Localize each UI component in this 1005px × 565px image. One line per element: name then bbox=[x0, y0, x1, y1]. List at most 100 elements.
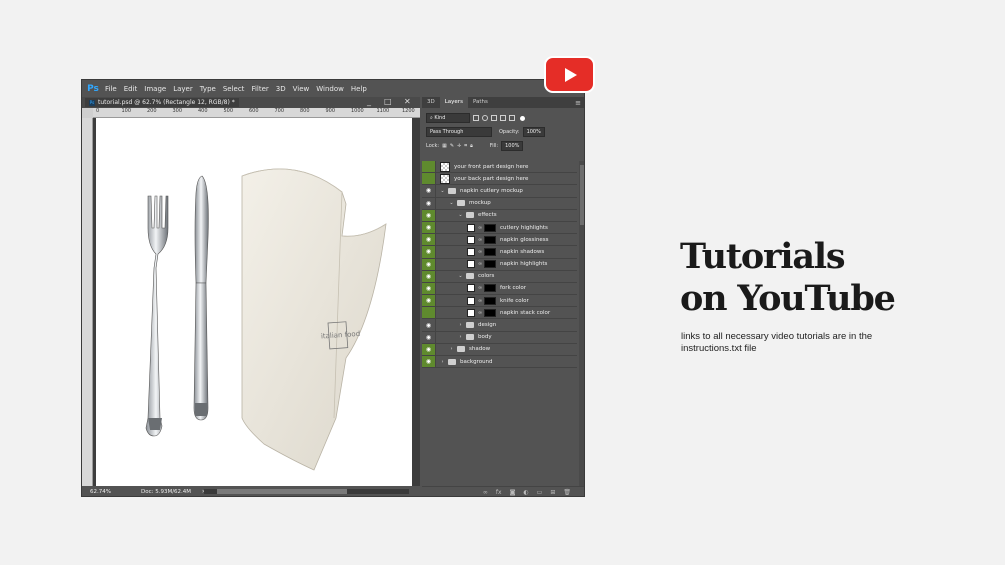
lock-all-icon[interactable]: 🔒︎ bbox=[470, 143, 473, 149]
filter-type-icon[interactable] bbox=[491, 115, 497, 121]
ruler-tick-label: 400 bbox=[198, 108, 208, 114]
lock-pixels-icon[interactable]: ▦ bbox=[442, 143, 447, 149]
new-layer-icon[interactable]: ⊞ bbox=[550, 489, 555, 496]
menu-item-window[interactable]: Window bbox=[316, 85, 344, 93]
maximize-icon[interactable]: □ bbox=[384, 97, 392, 107]
layer-row[interactable]: ◉ ⌄ colors bbox=[422, 270, 577, 283]
menu-item-filter[interactable]: Filter bbox=[251, 85, 268, 93]
menu-item-3d[interactable]: 3D bbox=[276, 85, 286, 93]
layer-row[interactable]: ◉ ∞ fork color bbox=[422, 282, 577, 296]
layer-row[interactable]: ◉ ⌄ napkin cutlery mockup bbox=[422, 185, 577, 198]
scrollbar-thumb[interactable] bbox=[217, 489, 347, 494]
layer-row[interactable]: your front part design here bbox=[422, 161, 577, 174]
visibility-eye-icon[interactable]: ◉ bbox=[422, 209, 436, 221]
play-icon bbox=[565, 68, 577, 82]
visibility-eye-icon[interactable] bbox=[422, 173, 436, 185]
opacity-input[interactable]: 100% bbox=[522, 127, 545, 137]
chevron-down-icon[interactable]: ⌄ bbox=[458, 212, 463, 218]
tab-layers[interactable]: Layers bbox=[439, 97, 468, 108]
layer-row[interactable]: ◉ ⌄ mockup bbox=[422, 197, 577, 210]
vertical-ruler[interactable] bbox=[82, 118, 93, 486]
filter-smart-object-icon[interactable] bbox=[509, 115, 515, 121]
visibility-eye-icon[interactable]: ◉ bbox=[422, 356, 436, 368]
visibility-eye-icon[interactable]: ◉ bbox=[422, 282, 436, 295]
menu-item-image[interactable]: Image bbox=[144, 85, 166, 93]
horizontal-ruler[interactable]: 0 100 200 300 400 500 600 700 800 900 1000 1100 1200 bbox=[93, 108, 420, 118]
panel-menu-icon[interactable]: ≡ bbox=[575, 99, 581, 107]
lock-artboard-icon[interactable]: ⌗ bbox=[464, 143, 467, 149]
chevron-right-icon[interactable]: › bbox=[440, 359, 445, 365]
menu-item-layer[interactable]: Layer bbox=[173, 85, 193, 93]
visibility-eye-icon[interactable]: ◉ bbox=[422, 270, 436, 282]
horizontal-scrollbar[interactable] bbox=[204, 489, 409, 494]
layer-row[interactable]: ◉ ∞ cutlery highlights bbox=[422, 221, 577, 235]
filter-toggle-icon[interactable] bbox=[520, 115, 525, 121]
chevron-right-icon[interactable]: › bbox=[458, 334, 463, 340]
fill-input[interactable]: 100% bbox=[501, 141, 524, 151]
minimize-icon[interactable]: _ bbox=[367, 97, 371, 107]
visibility-eye-icon[interactable]: ◉ bbox=[422, 185, 436, 197]
filter-adjustment-icon[interactable] bbox=[482, 115, 488, 121]
visibility-eye-icon[interactable]: ◉ bbox=[422, 258, 436, 270]
link-layers-icon[interactable]: ∞ bbox=[483, 489, 488, 496]
layer-row[interactable]: ∞ napkin stack color bbox=[422, 307, 577, 320]
adjustment-layer-icon[interactable]: ◐ bbox=[523, 489, 528, 496]
layer-row[interactable]: your back part design here bbox=[422, 173, 577, 186]
visibility-eye-icon[interactable]: ◉ bbox=[422, 197, 436, 209]
zoom-level[interactable]: 62.74% bbox=[90, 489, 111, 495]
layers-list: your front part design here your back par… bbox=[422, 161, 577, 369]
visibility-eye-icon[interactable]: ◉ bbox=[422, 295, 436, 307]
menu-item-help[interactable]: Help bbox=[351, 85, 367, 93]
document-tab[interactable]: Ps tutorial.psd @ 62.7% (Rectangle 12, R… bbox=[85, 98, 239, 107]
folder-icon bbox=[457, 346, 465, 353]
visibility-eye-icon[interactable]: ◉ bbox=[422, 234, 436, 246]
filter-pixel-icon[interactable] bbox=[473, 115, 479, 121]
chevron-down-icon[interactable]: ⌄ bbox=[440, 188, 445, 194]
add-mask-icon[interactable]: ◙ bbox=[510, 489, 516, 496]
chevron-down-icon[interactable]: ⌄ bbox=[458, 273, 463, 279]
blend-mode-select[interactable]: Pass Through bbox=[426, 127, 492, 137]
visibility-eye-icon[interactable]: ◉ bbox=[422, 221, 436, 234]
layer-row[interactable]: ◉ ∞ napkin highlights bbox=[422, 258, 577, 271]
doc-size[interactable]: Doc: 5.93M/62.4M bbox=[141, 489, 191, 495]
layer-row[interactable]: ◉ ∞ napkin glossiness bbox=[422, 234, 577, 247]
visibility-eye-icon[interactable]: ◉ bbox=[422, 331, 436, 343]
layer-row[interactable]: ◉ › shadow bbox=[422, 343, 577, 356]
delete-layer-icon[interactable]: 🗑︎ bbox=[563, 489, 571, 496]
layer-row[interactable]: ◉ › background bbox=[422, 356, 577, 369]
visibility-eye-icon[interactable]: ◉ bbox=[422, 319, 436, 331]
layer-row[interactable]: ◉ › design bbox=[422, 319, 577, 332]
menu-item-select[interactable]: Select bbox=[223, 85, 245, 93]
lock-image-icon[interactable]: ✎ bbox=[450, 143, 454, 149]
chevron-right-icon[interactable]: › bbox=[449, 346, 454, 352]
tab-3d[interactable]: 3D bbox=[422, 97, 440, 108]
menu-item-edit[interactable]: Edit bbox=[124, 85, 138, 93]
chevron-right-icon[interactable]: › bbox=[458, 322, 463, 328]
new-group-icon[interactable]: ▭ bbox=[537, 489, 543, 496]
visibility-eye-icon[interactable]: ◉ bbox=[422, 343, 436, 355]
ruler-tick-label: 0 bbox=[96, 108, 100, 114]
layer-row[interactable]: ◉ ∞ knife color bbox=[422, 295, 577, 308]
filter-kind-select[interactable]: ⌕ Kind bbox=[426, 113, 470, 123]
menu-item-file[interactable]: File bbox=[105, 85, 117, 93]
tab-paths[interactable]: Paths bbox=[468, 97, 493, 108]
document-canvas[interactable]: italian food bbox=[96, 118, 412, 486]
lock-position-icon[interactable]: ✛ bbox=[457, 143, 461, 149]
layer-style-icon[interactable]: fx bbox=[496, 489, 502, 496]
visibility-eye-icon[interactable]: ◉ bbox=[422, 246, 436, 258]
chevron-down-icon[interactable]: ⌄ bbox=[449, 200, 454, 206]
filter-shape-icon[interactable] bbox=[500, 115, 506, 121]
youtube-icon[interactable] bbox=[544, 56, 595, 93]
layers-scrollbar[interactable] bbox=[579, 161, 584, 487]
mask-thumbnail bbox=[484, 308, 496, 317]
layers-scrollbar-thumb[interactable] bbox=[580, 165, 584, 225]
visibility-eye-icon[interactable] bbox=[422, 161, 436, 173]
layer-row[interactable]: ◉ › body bbox=[422, 331, 577, 344]
menu-item-type[interactable]: Type bbox=[200, 85, 216, 93]
menu-item-view[interactable]: View bbox=[293, 85, 310, 93]
layer-row[interactable]: ◉ ∞ napkin shadows bbox=[422, 246, 577, 259]
visibility-eye-icon[interactable] bbox=[422, 307, 436, 319]
menu-bar: Ps File Edit Image Layer Type Select Filter 3D V… bbox=[82, 80, 584, 97]
close-icon[interactable]: ✕ bbox=[404, 97, 411, 107]
layer-row[interactable]: ◉ ⌄ effects bbox=[422, 209, 577, 222]
